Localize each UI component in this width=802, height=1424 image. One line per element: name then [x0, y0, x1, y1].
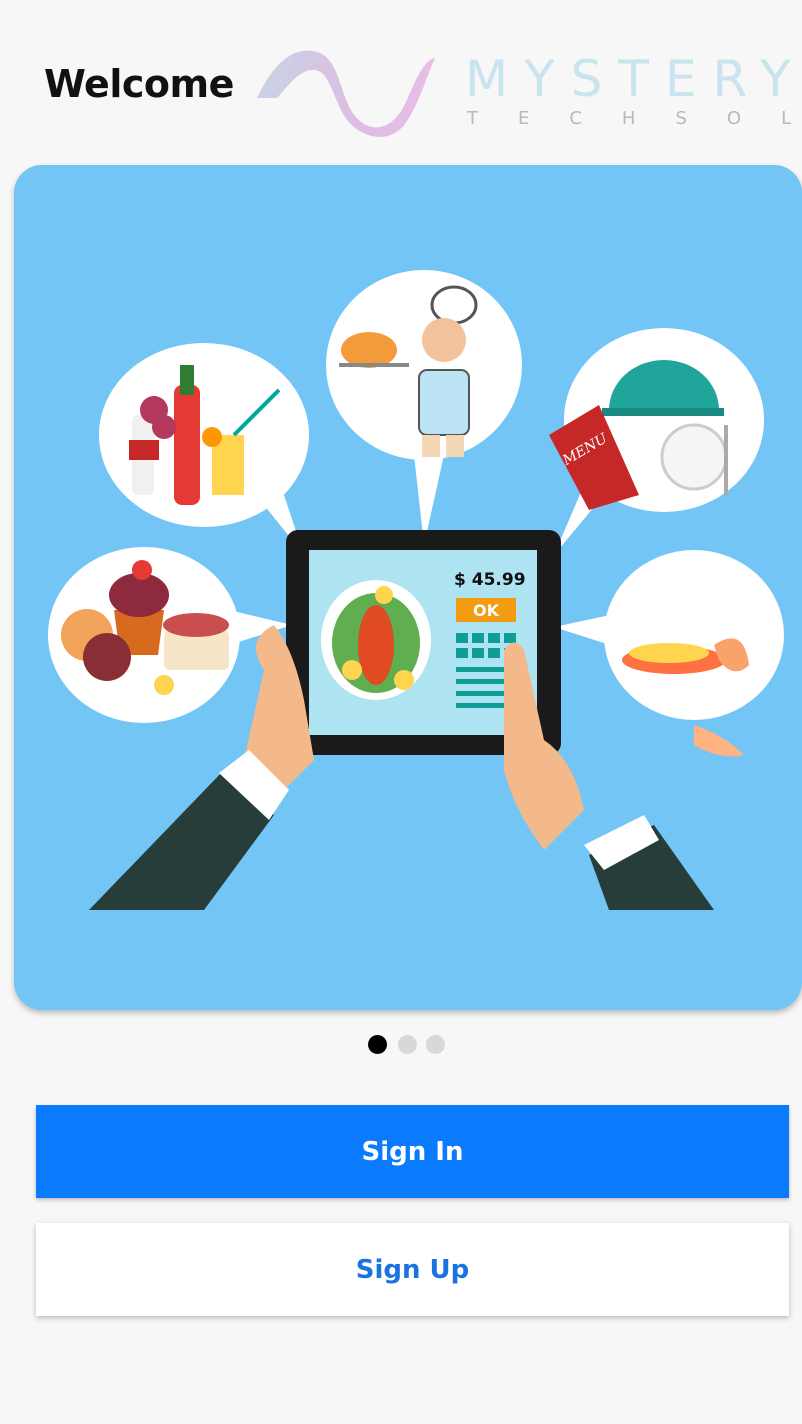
welcome-title: Welcome: [44, 62, 234, 106]
chef-bubble: [326, 270, 522, 545]
desserts-bubble: [48, 547, 292, 723]
seafood-bubble: [554, 550, 784, 757]
hero-illustration: MENU $ 45.99 OK: [14, 165, 802, 1010]
dishes-bubble: MENU: [549, 328, 764, 555]
logo-wave-icon: [257, 50, 435, 137]
logo-sub-text: TECHSOL: [467, 108, 802, 129]
page-dot-1[interactable]: [368, 1035, 387, 1054]
logo-main-text: MYSTERY: [465, 50, 802, 108]
price-label: $ 45.99: [454, 570, 526, 590]
ok-label: OK: [473, 601, 500, 620]
mystery-techsol-logo: MYSTERY TECHSOL: [255, 40, 791, 140]
sign-in-button[interactable]: Sign In: [36, 1105, 789, 1198]
sign-up-button[interactable]: Sign Up: [36, 1223, 789, 1316]
header: Welcome MYSTERY TECHSOL: [0, 0, 802, 160]
drinks-bubble: [99, 343, 309, 555]
food-ordering-illustration: MENU $ 45.99 OK: [48, 270, 784, 910]
page-dot-3[interactable]: [426, 1035, 445, 1054]
page-dot-2[interactable]: [398, 1035, 417, 1054]
